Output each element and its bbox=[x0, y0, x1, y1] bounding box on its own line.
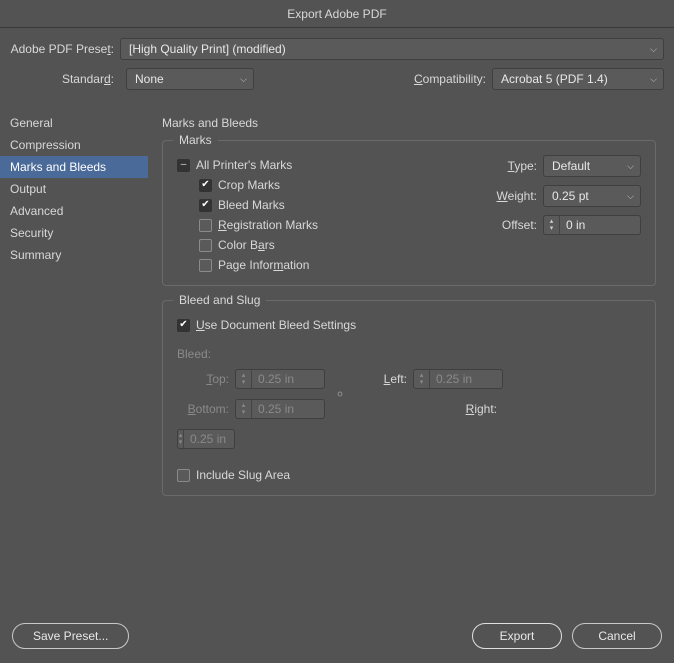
sidebar-item-marks-and-bleeds[interactable]: Marks and Bleeds bbox=[0, 156, 148, 178]
weight-dropdown[interactable]: 0.25 pt ⌵ bbox=[543, 185, 641, 207]
all-printers-marks-label: All Printer's Marks bbox=[196, 158, 292, 172]
compat-dropdown[interactable]: Acrobat 5 (PDF 1.4) ⌵ bbox=[492, 68, 664, 90]
sidebar-item-security[interactable]: Security bbox=[0, 222, 148, 244]
stepper-arrows-icon: ▴▾ bbox=[236, 400, 252, 418]
standard-value: None bbox=[135, 72, 164, 86]
include-slug-area-label: Include Slug Area bbox=[196, 468, 290, 482]
bleed-top-label: Top: bbox=[177, 372, 235, 386]
chevron-down-icon: ⌵ bbox=[627, 161, 634, 172]
bleed-marks-label: Bleed Marks bbox=[218, 198, 285, 212]
use-document-bleed-checkbox[interactable] bbox=[177, 319, 190, 332]
weight-label: Weight: bbox=[497, 189, 537, 203]
stepper-arrows-icon: ▴▾ bbox=[236, 370, 252, 388]
chevron-down-icon: ⌵ bbox=[650, 44, 657, 55]
stepper-arrows-icon: ▴▾ bbox=[414, 370, 430, 388]
bleed-bottom-label: Bottom: bbox=[177, 402, 235, 416]
type-dropdown[interactable]: Default ⌵ bbox=[543, 155, 641, 177]
stepper-arrows-icon[interactable]: ▴▾ bbox=[544, 216, 560, 234]
use-document-bleed-label: Use Document Bleed Settings bbox=[196, 318, 356, 332]
registration-marks-label: Registration Marks bbox=[218, 218, 318, 232]
sidebar-item-advanced[interactable]: Advanced bbox=[0, 200, 148, 222]
bleed-heading: Bleed: bbox=[177, 347, 641, 361]
bleed-right-label: Right: bbox=[413, 402, 503, 416]
bleed-slug-group: Bleed and Slug Use Document Bleed Settin… bbox=[162, 300, 656, 496]
registration-marks-checkbox[interactable] bbox=[199, 219, 212, 232]
export-button[interactable]: Export bbox=[472, 623, 562, 649]
chevron-down-icon: ⌵ bbox=[650, 74, 657, 85]
compat-label: Compatibility: bbox=[414, 72, 486, 86]
all-printers-marks-checkbox[interactable] bbox=[177, 159, 190, 172]
crop-marks-label: Crop Marks bbox=[218, 178, 280, 192]
marks-group: Marks All Printer's Marks Crop Marks Ble… bbox=[162, 140, 656, 286]
bleed-bottom-stepper: ▴▾ 0.25 in bbox=[235, 399, 325, 419]
offset-stepper[interactable]: ▴▾ 0 in bbox=[543, 215, 641, 235]
bleed-left-value: 0.25 in bbox=[430, 372, 480, 386]
type-label: Type: bbox=[508, 159, 537, 173]
content-pane: Marks and Bleeds Marks All Printer's Mar… bbox=[148, 106, 674, 636]
top-controls: Adobe PDF Preset: [High Quality Print] (… bbox=[0, 28, 674, 106]
include-slug-area-checkbox[interactable] bbox=[177, 469, 190, 482]
type-value: Default bbox=[552, 159, 590, 173]
sidebar-item-general[interactable]: General bbox=[0, 112, 148, 134]
link-icon: ⚬ bbox=[325, 386, 355, 403]
bleed-bottom-value: 0.25 in bbox=[252, 402, 302, 416]
preset-dropdown[interactable]: [High Quality Print] (modified) ⌵ bbox=[120, 38, 664, 60]
sidebar-item-compression[interactable]: Compression bbox=[0, 134, 148, 156]
compat-value: Acrobat 5 (PDF 1.4) bbox=[501, 72, 608, 86]
bleed-slug-group-label: Bleed and Slug bbox=[173, 293, 266, 307]
offset-value: 0 in bbox=[560, 218, 610, 232]
preset-label: Adobe PDF Preset: bbox=[10, 42, 120, 56]
crop-marks-checkbox[interactable] bbox=[199, 179, 212, 192]
cancel-button[interactable]: Cancel bbox=[572, 623, 662, 649]
weight-value: 0.25 pt bbox=[552, 189, 589, 203]
sidebar-item-output[interactable]: Output bbox=[0, 178, 148, 200]
page-information-checkbox[interactable] bbox=[199, 259, 212, 272]
bleed-top-stepper: ▴▾ 0.25 in bbox=[235, 369, 325, 389]
dialog-title: Export Adobe PDF bbox=[0, 0, 674, 28]
section-heading: Marks and Bleeds bbox=[162, 116, 656, 130]
standard-dropdown[interactable]: None ⌵ bbox=[126, 68, 254, 90]
bleed-right-value: 0.25 in bbox=[184, 432, 234, 446]
bleed-left-label: Left: bbox=[355, 372, 413, 386]
bleed-top-value: 0.25 in bbox=[252, 372, 302, 386]
save-preset-button[interactable]: Save Preset... bbox=[12, 623, 129, 649]
standard-label: Standard: bbox=[10, 72, 120, 86]
bleed-left-stepper: ▴▾ 0.25 in bbox=[413, 369, 503, 389]
bleed-right-stepper: ▴▾ 0.25 in bbox=[177, 429, 235, 449]
color-bars-checkbox[interactable] bbox=[199, 239, 212, 252]
chevron-down-icon: ⌵ bbox=[240, 74, 247, 85]
chevron-down-icon: ⌵ bbox=[627, 191, 634, 202]
bleed-marks-checkbox[interactable] bbox=[199, 199, 212, 212]
preset-value: [High Quality Print] (modified) bbox=[129, 42, 286, 56]
offset-label: Offset: bbox=[502, 218, 537, 232]
marks-group-label: Marks bbox=[173, 133, 218, 147]
sidebar: General Compression Marks and Bleeds Out… bbox=[0, 106, 148, 636]
sidebar-item-summary[interactable]: Summary bbox=[0, 244, 148, 266]
page-information-label: Page Information bbox=[218, 258, 309, 272]
color-bars-label: Color Bars bbox=[218, 238, 275, 252]
